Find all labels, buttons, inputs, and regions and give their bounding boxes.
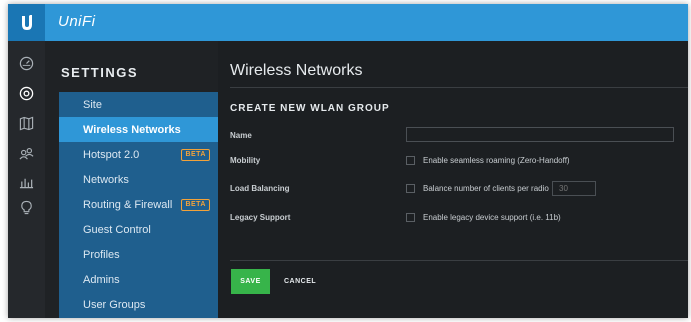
seamless-roaming-checkbox[interactable] bbox=[406, 156, 415, 165]
load-balancing-checkbox[interactable] bbox=[406, 184, 415, 193]
sidebar-item-label: User Groups bbox=[83, 298, 146, 311]
divider bbox=[230, 87, 688, 88]
sidebar-item-label: Admins bbox=[83, 273, 120, 286]
sidebar-item-user-groups[interactable]: User Groups bbox=[59, 292, 218, 317]
name-input[interactable] bbox=[406, 127, 674, 142]
beta-badge: BETA bbox=[181, 149, 210, 161]
brand-name: UniFi bbox=[58, 13, 96, 30]
mobility-label: Mobility bbox=[230, 156, 261, 165]
sidebar-item-routing-firewall[interactable]: Routing & Firewall BETA bbox=[59, 192, 218, 217]
name-label: Name bbox=[230, 131, 252, 140]
insights-icon[interactable] bbox=[18, 199, 34, 215]
icon-rail bbox=[8, 41, 45, 318]
sidebar-item-guest-control[interactable]: Guest Control bbox=[59, 217, 218, 242]
sidebar-item-profiles[interactable]: Profiles bbox=[59, 242, 218, 267]
save-button[interactable]: SAVE bbox=[231, 269, 270, 294]
sidebar-item-site[interactable]: Site bbox=[59, 92, 218, 117]
legacy-support-option[interactable]: Enable legacy device support (i.e. 11b) bbox=[423, 213, 561, 222]
settings-sidebar: SETTINGS Site Wireless Networks Hotspot … bbox=[45, 41, 228, 318]
sidebar-item-wireless-networks[interactable]: Wireless Networks bbox=[59, 117, 218, 142]
legacy-support-checkbox[interactable] bbox=[406, 213, 415, 222]
sidebar-item-admins[interactable]: Admins bbox=[59, 267, 218, 292]
sidebar-item-label: Networks bbox=[83, 173, 129, 186]
unifi-window: UniFi SETTINGS Site Wireless Networks Ho… bbox=[8, 4, 688, 318]
beta-badge: BETA bbox=[181, 199, 210, 211]
devices-icon[interactable] bbox=[18, 85, 34, 101]
seamless-roaming-option[interactable]: Enable seamless roaming (Zero-Handoff) bbox=[423, 156, 570, 165]
load-balancing-option[interactable]: Balance number of clients per radio bbox=[423, 184, 549, 193]
map-icon[interactable] bbox=[18, 115, 34, 131]
settings-nav: Site Wireless Networks Hotspot 2.0 BETA … bbox=[59, 92, 218, 318]
load-balancing-label: Load Balancing bbox=[230, 184, 290, 193]
top-bar: UniFi bbox=[8, 4, 688, 41]
sidebar-item-label: Wireless Networks bbox=[83, 123, 181, 136]
ubiquiti-logo-icon[interactable] bbox=[8, 4, 45, 41]
sidebar-item-label: Hotspot 2.0 bbox=[83, 148, 140, 161]
legacy-support-label: Legacy Support bbox=[230, 213, 291, 222]
sidebar-item-label: Profiles bbox=[83, 248, 120, 261]
page-title: Wireless Networks bbox=[230, 62, 363, 79]
dashboard-icon[interactable] bbox=[18, 55, 34, 71]
sidebar-item-label: Routing & Firewall bbox=[83, 198, 173, 211]
clients-icon[interactable] bbox=[18, 145, 34, 161]
sidebar-item-networks[interactable]: Networks bbox=[59, 167, 218, 192]
statistics-icon[interactable] bbox=[18, 173, 34, 189]
section-heading: CREATE NEW WLAN GROUP bbox=[230, 103, 390, 114]
sidebar-item-hotspot-2[interactable]: Hotspot 2.0 BETA bbox=[59, 142, 218, 167]
divider bbox=[230, 260, 688, 261]
sidebar-title: SETTINGS bbox=[61, 65, 139, 80]
sidebar-item-label: Guest Control bbox=[83, 223, 151, 236]
main-content: Wireless Networks CREATE NEW WLAN GROUP … bbox=[218, 41, 688, 318]
cancel-button[interactable]: CANCEL bbox=[284, 269, 324, 294]
clients-per-radio-input[interactable] bbox=[552, 181, 596, 196]
sidebar-item-label: Site bbox=[83, 98, 102, 111]
